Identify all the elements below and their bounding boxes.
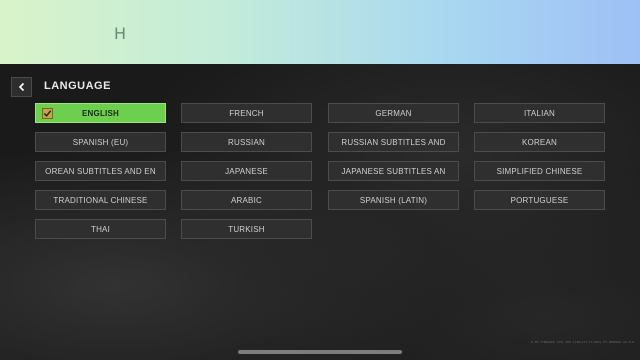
back-arrow-icon xyxy=(18,82,24,92)
language-option-label: GERMAN xyxy=(375,108,412,118)
language-option-simplified-chinese[interactable]: SIMPLIFIED CHINESE xyxy=(474,161,605,181)
language-option-label: SPANISH (EU) xyxy=(72,137,129,147)
language-option-label: SPANISH (LATIN) xyxy=(359,195,428,205)
language-option-spanish-latin[interactable]: SPANISH (LATIN) xyxy=(328,190,459,210)
language-option-label: PORTUGUESE xyxy=(510,195,569,205)
language-option-label: SIMPLIFIED CHINESE xyxy=(496,166,583,176)
language-option-thai[interactable]: THAI xyxy=(35,219,166,239)
language-option-english[interactable]: ENGLISH xyxy=(35,103,166,123)
top-banner: H xyxy=(0,0,640,64)
language-option-label: THAI xyxy=(90,224,111,234)
build-info-text: 8.00.77064498 [33] 250 7[48+173.17+903] … xyxy=(531,340,634,344)
language-option-italian[interactable]: ITALIAN xyxy=(474,103,605,123)
back-button[interactable] xyxy=(11,77,32,97)
language-option-label: ITALIAN xyxy=(523,108,556,118)
language-option-label: RUSSIAN xyxy=(228,137,265,147)
language-option-japanese[interactable]: JAPANESE xyxy=(181,161,312,181)
language-option-label: RUSSIAN SUBTITLES AND xyxy=(341,137,446,147)
language-option-label: OREAN SUBTITLES AND EN xyxy=(45,166,156,176)
language-option-japanese-subtitles[interactable]: JAPANESE SUBTITLES AN xyxy=(328,161,459,181)
language-option-label: TRADITIONAL CHINESE xyxy=(53,195,148,205)
language-option-german[interactable]: GERMAN xyxy=(328,103,459,123)
language-option-label: JAPANESE SUBTITLES AN xyxy=(341,166,446,176)
banner-letter: H xyxy=(114,24,127,43)
language-option-korean[interactable]: KOREAN xyxy=(474,132,605,152)
checkmark-icon xyxy=(42,108,53,119)
language-option-korean-subtitles[interactable]: OREAN SUBTITLES AND EN xyxy=(35,161,166,181)
language-option-label: JAPANESE xyxy=(225,166,268,176)
language-option-portuguese[interactable]: PORTUGUESE xyxy=(474,190,605,210)
language-option-label: TURKISH xyxy=(228,224,265,234)
language-option-russian[interactable]: RUSSIAN xyxy=(181,132,312,152)
language-option-arabic[interactable]: ARABIC xyxy=(181,190,312,210)
home-indicator[interactable] xyxy=(238,350,402,354)
language-option-label: FRENCH xyxy=(229,108,264,118)
language-option-label: KOREAN xyxy=(522,137,557,147)
language-option-turkish[interactable]: TURKISH xyxy=(181,219,312,239)
page-title: LANGUAGE xyxy=(44,80,111,92)
language-option-label: ARABIC xyxy=(231,195,262,205)
language-option-french[interactable]: FRENCH xyxy=(181,103,312,123)
language-option-russian-subtitles[interactable]: RUSSIAN SUBTITLES AND xyxy=(328,132,459,152)
language-option-traditional-chinese[interactable]: TRADITIONAL CHINESE xyxy=(35,190,166,210)
language-option-spanish-eu[interactable]: SPANISH (EU) xyxy=(35,132,166,152)
language-option-label: ENGLISH xyxy=(82,108,119,118)
